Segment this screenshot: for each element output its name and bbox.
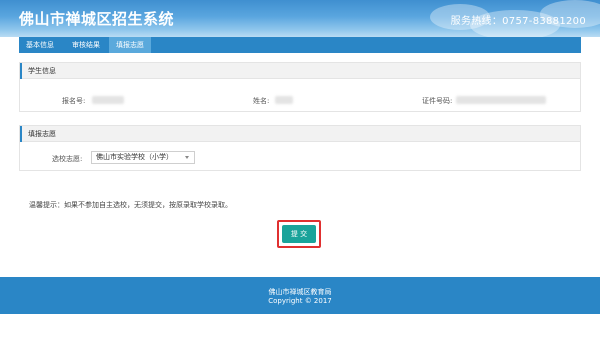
student-info-header: 学生信息: [20, 63, 580, 79]
service-hotline: 服务热线：0757-83881200: [450, 16, 586, 27]
registration-number-value: [92, 96, 124, 104]
registration-number-label: 报名号:: [62, 97, 86, 105]
page: 佛山市禅城区招生系统 服务热线：0757-83881200 基本信息 审核结果 …: [0, 0, 600, 348]
footer: 佛山市禅城区教育局 Copyright © 2017: [0, 277, 600, 314]
id-number-label: 证件号码:: [422, 97, 453, 105]
footer-copyright: Copyright © 2017: [268, 297, 332, 305]
header-accent-bar: [20, 63, 22, 79]
student-name-label: 姓名:: [253, 97, 270, 105]
school-choice-value: 佛山市实验学校（小学）: [96, 153, 173, 161]
submit-button[interactable]: 提 交: [282, 225, 316, 243]
preference-header: 填报志愿: [20, 126, 580, 142]
chevron-down-icon: [185, 156, 189, 159]
school-choice-label: 选校志愿:: [52, 155, 83, 163]
student-info-panel: 学生信息 报名号: 姓名: 证件号码:: [19, 62, 581, 112]
preference-panel: 填报志愿 选校志愿: 佛山市实验学校（小学）: [19, 125, 581, 171]
nav-item-fill-preference[interactable]: 填报志愿: [109, 37, 151, 53]
header-accent-bar: [20, 126, 22, 142]
preference-title: 填报志愿: [28, 130, 56, 138]
id-number-value: [456, 96, 546, 104]
nav-item-basic-info[interactable]: 基本信息: [19, 37, 61, 53]
notice-tip: 温馨提示：如果不参加自主选校，无须提交，按原录取学校录取。: [29, 201, 232, 209]
student-name-value: [275, 96, 293, 104]
school-choice-select[interactable]: 佛山市实验学校（小学）: [91, 151, 195, 164]
footer-org: 佛山市禅城区教育局: [268, 288, 332, 296]
student-info-title: 学生信息: [28, 67, 56, 75]
header: 佛山市禅城区招生系统 服务热线：0757-83881200: [0, 0, 600, 40]
main-nav: 基本信息 审核结果 填报志愿: [19, 37, 581, 53]
site-title: 佛山市禅城区招生系统: [19, 10, 175, 28]
nav-item-review-result[interactable]: 审核结果: [65, 37, 107, 53]
